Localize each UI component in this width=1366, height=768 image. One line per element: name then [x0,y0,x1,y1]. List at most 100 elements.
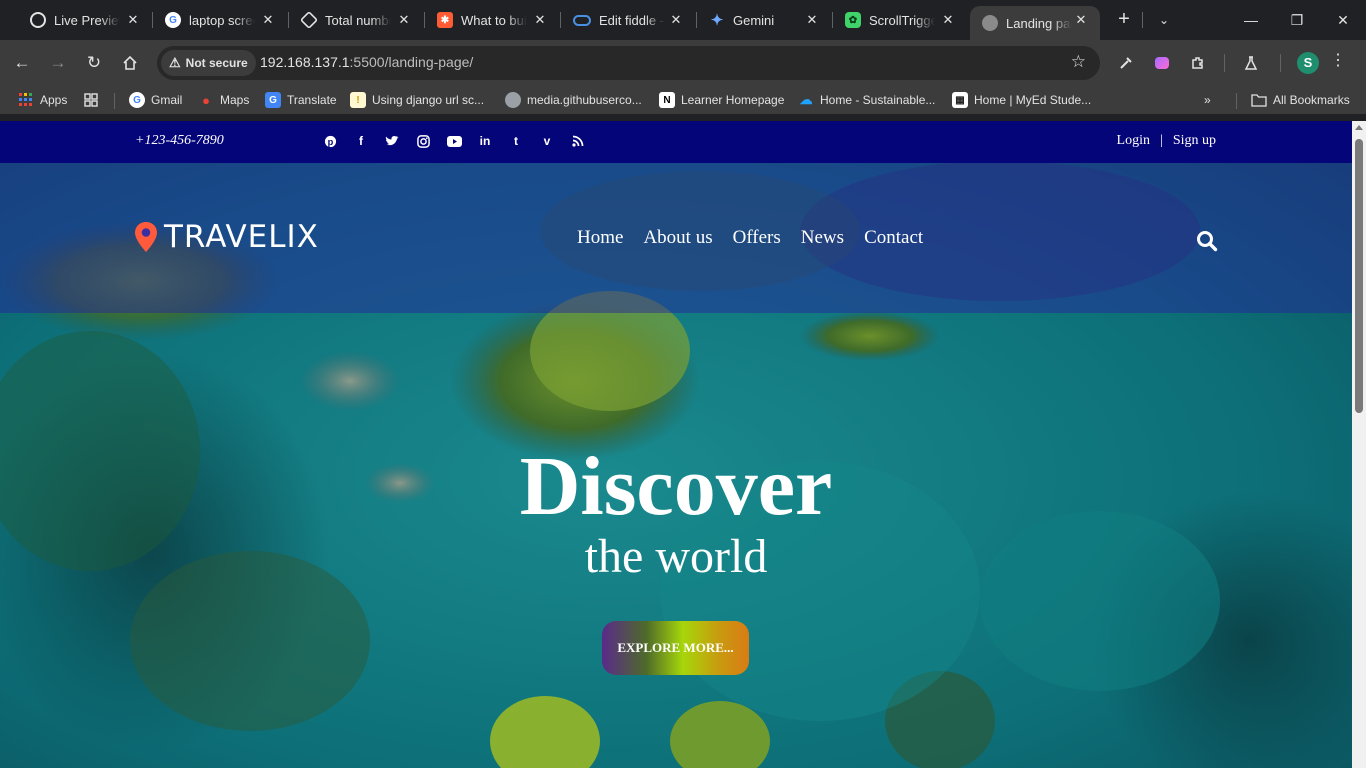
profile-avatar[interactable]: S [1297,52,1319,74]
codepen-icon [299,10,319,30]
address-bar[interactable]: ⚠ Not secure 192.168.137.1:5500/landing-… [157,46,1100,80]
bookmark-label: Gmail [151,93,183,107]
url-host: 192.168.137.1 [260,54,350,70]
bookmarks-overflow-icon[interactable]: » [1204,91,1211,109]
linkedin-icon[interactable]: in [475,133,495,149]
tab-title: laptop screen [189,12,255,28]
restore-button[interactable]: ❐ [1274,0,1320,40]
bookmark-label: media.githubuserco... [527,93,642,107]
tab-edit-fiddle[interactable]: Edit fiddle - ✕ [561,6,695,34]
page-viewport: +123-456-7890 p f in t v Login | Sign up… [0,121,1352,768]
tab-landing-page[interactable]: Landing page ✕ [970,6,1100,40]
tab-title: Live Preview [54,12,120,28]
nav-offers[interactable]: Offers [733,227,781,249]
nav-news[interactable]: News [801,227,844,249]
bookmark-sustainable[interactable]: ☁ Home - Sustainable... [798,91,936,109]
security-chip[interactable]: ⚠ Not secure [161,50,256,76]
bookmark-gmail[interactable]: G Gmail [129,91,182,109]
nav-home[interactable]: Home [577,227,623,249]
eyedropper-extension-icon[interactable] [1113,50,1139,76]
menu-kebab-icon[interactable]: ⋮ [1328,50,1348,70]
gsap-icon: ✿ [845,12,861,28]
minimize-button[interactable]: — [1228,0,1274,40]
window-close-button[interactable]: ✕ [1320,0,1366,40]
jsfiddle-icon [573,14,591,26]
bookmark-label: Apps [40,93,68,107]
tab-total-number[interactable]: Total number ✕ [289,6,423,34]
bookmarks-bar: Apps G Gmail ● Maps G Translate ! Using … [0,86,1366,114]
close-icon[interactable]: ✕ [1072,11,1090,29]
bookmark-learner-homepage[interactable]: N Learner Homepage [659,91,784,109]
extensions-puzzle-icon[interactable] [1185,50,1211,76]
bookmark-myed[interactable]: ▦ Home | MyEd Stude... [952,91,1091,109]
bookmark-django[interactable]: ! Using django url sc... [350,91,484,109]
close-icon[interactable]: ✕ [395,11,413,29]
instagram-icon[interactable] [413,133,433,149]
hero-title: Discover [519,440,833,533]
top-info-bar: +123-456-7890 p f in t v Login | Sign up [0,121,1352,163]
all-bookmarks[interactable]: All Bookmarks [1251,91,1350,109]
vimeo-icon[interactable]: v [537,133,557,149]
scroll-up-arrow-icon[interactable] [1355,125,1363,130]
nav-about-us[interactable]: About us [643,227,712,249]
bookmark-label: Maps [220,93,250,107]
tab-search-chevron-icon[interactable]: ⌄ [1152,8,1176,32]
bookmark-translate[interactable]: G Translate [265,91,337,109]
search-icon[interactable] [1196,230,1218,252]
nav-contact[interactable]: Contact [864,227,923,249]
tumblr-icon[interactable]: t [506,133,526,149]
twitter-icon[interactable] [382,133,402,149]
reload-button[interactable]: ↻ [80,49,108,77]
bookmark-label: Learner Homepage [681,93,785,107]
close-icon[interactable]: ✕ [259,11,277,29]
location-pin-icon [135,222,157,252]
labs-flask-icon[interactable] [1238,50,1264,76]
bookmark-githubusercontent[interactable]: media.githubuserco... [505,91,642,109]
globe-icon [982,15,998,31]
close-icon[interactable]: ✕ [124,11,142,29]
security-label: Not secure [185,56,248,70]
bookmark-apps[interactable]: Apps [18,91,67,109]
brand-name: TRAVELIX [164,219,319,255]
close-icon[interactable]: ✕ [531,11,549,29]
url-path: :5500/landing-page/ [349,54,474,70]
hero-subtitle: the world [584,530,768,583]
home-button[interactable] [116,49,144,77]
pinterest-icon[interactable]: p [320,133,340,149]
close-icon[interactable]: ✕ [803,11,821,29]
forward-button[interactable]: → [44,49,72,77]
close-icon[interactable]: ✕ [939,11,957,29]
bookmark-label: Home | MyEd Stude... [974,93,1092,107]
tab-laptop-screen[interactable]: G laptop screen ✕ [153,6,287,34]
brand-logo[interactable]: TRAVELIX [134,219,319,255]
signup-link[interactable]: Sign up [1173,133,1216,149]
url-text[interactable]: 192.168.137.1:5500/landing-page/ [260,54,473,70]
scrollbar-thumb[interactable] [1355,139,1363,413]
new-tab-button[interactable]: + [1112,8,1136,32]
browser-toolbar: ← → ↻ ⚠ Not secure 192.168.137.1:5500/la… [0,40,1366,86]
tab-gemini[interactable]: ✦ Gemini ✕ [697,6,831,34]
rss-icon[interactable] [568,133,588,149]
page-scrollbar[interactable] [1352,121,1366,768]
tab-strip: Live Preview ✕ G laptop screen ✕ Total n… [0,0,1366,40]
tab-scrolltrigger[interactable]: ✿ ScrollTrigger ✕ [833,6,967,34]
bookmark-star-icon[interactable]: ☆ [1071,52,1086,72]
bookmark-label: Home - Sustainable... [820,93,936,107]
bookmark-maps[interactable]: ● Maps [198,91,249,109]
translate-icon: G [265,92,281,108]
tab-title: Landing page [1006,15,1072,31]
login-link[interactable]: Login [1117,133,1150,149]
tab-live-preview[interactable]: Live Preview ✕ [18,6,152,34]
live-preview-icon [30,12,46,28]
bookmark-tab-groups[interactable] [83,91,105,109]
myed-icon: ▦ [952,92,968,108]
tab-what-to-build[interactable]: ✱ What to build ✕ [425,6,559,34]
youtube-icon[interactable] [444,133,464,149]
back-button[interactable]: ← [8,49,36,77]
tab-title: What to build [461,12,527,28]
explore-more-button[interactable]: EXPLORE MORE... [602,621,749,675]
facebook-icon[interactable]: f [351,133,371,149]
lightbulb-icon: ! [350,92,366,108]
color-extension-icon[interactable] [1149,50,1175,76]
close-icon[interactable]: ✕ [667,11,685,29]
